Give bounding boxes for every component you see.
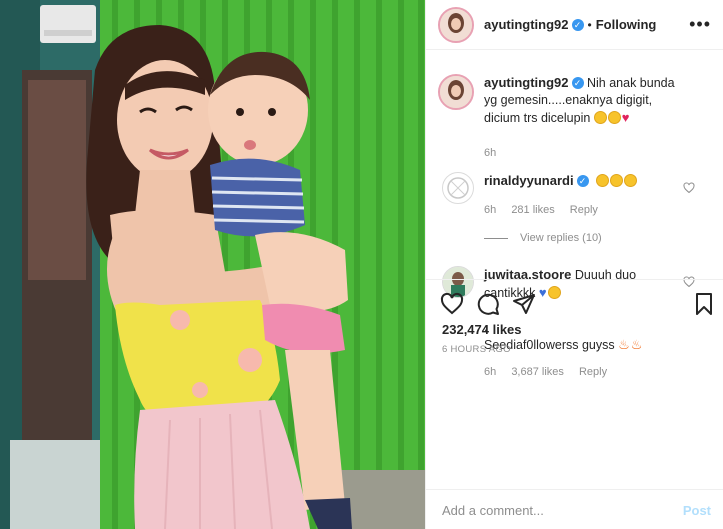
post-likes-count[interactable]: 232,474 likes (442, 322, 522, 337)
smiling-face-icon (593, 111, 607, 124)
commenter-avatar[interactable] (442, 172, 474, 204)
caption-username[interactable]: ayutingting92 (484, 75, 569, 90)
add-comment-bar: Add a comment... Post (426, 489, 723, 529)
view-replies-button[interactable]: View replies (10) (484, 232, 602, 244)
verified-badge-icon: ✓ (571, 77, 584, 89)
following-button[interactable]: Following (596, 17, 657, 32)
add-comment-input[interactable]: Add a comment... (442, 503, 544, 518)
verified-badge-icon: ✓ (571, 18, 584, 31)
post-header: ayutingting92 ✓ • Following ••• (426, 0, 723, 50)
smiling-face-icon (624, 174, 638, 187)
reply-button[interactable]: Reply (570, 204, 598, 216)
share-send-icon[interactable] (512, 292, 536, 316)
post-image (0, 0, 425, 529)
post-comment-button[interactable]: Post (683, 503, 711, 518)
post-actions: 232,474 likes 6 HOURS AGO (426, 279, 723, 404)
like-comment-heart-icon[interactable] (683, 182, 695, 194)
header-username[interactable]: ayutingting92 (484, 17, 569, 32)
like-heart-icon[interactable] (440, 292, 464, 316)
caption-time[interactable]: 6h (484, 147, 496, 159)
comment-username[interactable]: rinaldyyunardi (484, 173, 574, 188)
comment: rinaldyyunardi ✓ 6h 281 likes Reply (438, 172, 711, 272)
caption: ayutingting92 ✓ Nih anak bunda yg gemesin… (438, 74, 711, 164)
header-separator: • (587, 17, 592, 32)
kissing-face-icon (607, 111, 621, 124)
comment-time[interactable]: 6h (484, 204, 496, 216)
caption-avatar[interactable] (438, 74, 474, 110)
save-bookmark-icon[interactable] (692, 292, 716, 316)
view-replies-line (484, 237, 508, 239)
post-photo[interactable] (0, 0, 425, 529)
smiling-face-icon (596, 174, 610, 187)
author-avatar[interactable] (438, 6, 474, 43)
comment-bubble-icon[interactable] (476, 292, 500, 316)
post-time-ago[interactable]: 6 HOURS AGO (442, 344, 511, 355)
more-options-icon[interactable]: ••• (689, 14, 711, 35)
comment-likes[interactable]: 281 likes (511, 204, 554, 216)
post-side-panel: ayutingting92 ✓ • Following ••• ayutingt… (425, 0, 723, 529)
view-replies-label: View replies (10) (520, 232, 602, 244)
verified-badge-icon: ✓ (576, 175, 589, 187)
smiling-face-icon (610, 174, 624, 187)
red-heart-icon: ♥ (621, 110, 630, 125)
